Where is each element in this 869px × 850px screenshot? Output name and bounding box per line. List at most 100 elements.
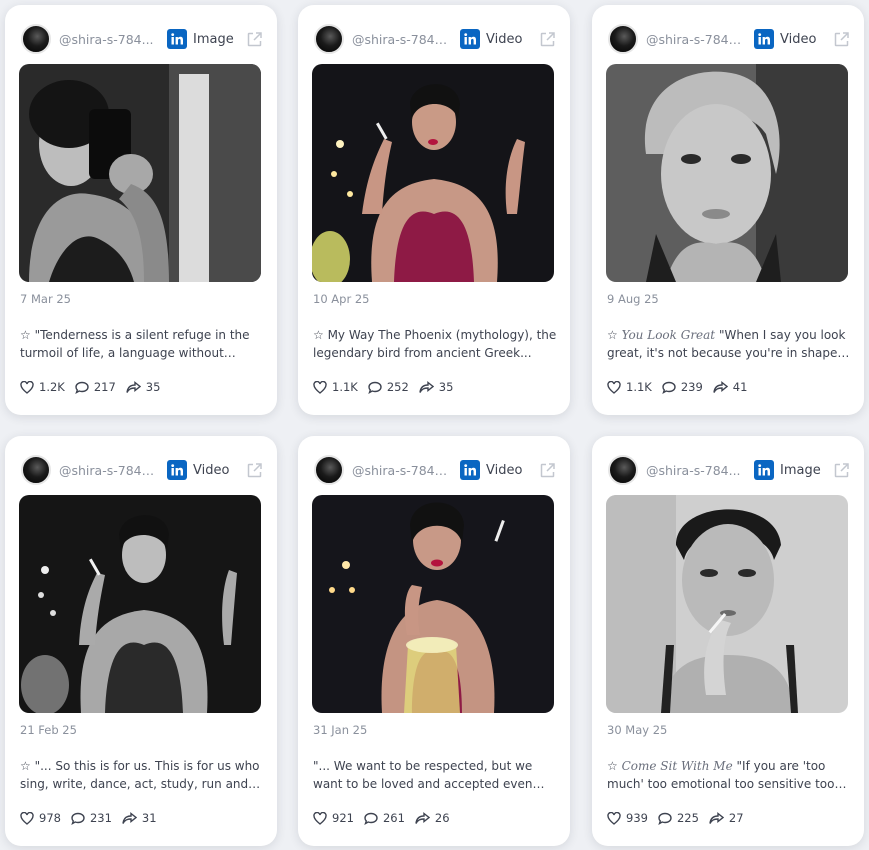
post-caption[interactable]: ☆ Come Sit With Me "If you are 'too much… <box>607 757 853 793</box>
likes-count: 978 <box>39 811 61 825</box>
heart-icon <box>20 380 34 394</box>
avatar[interactable] <box>21 24 51 54</box>
post-date: 10 Apr 25 <box>313 292 370 306</box>
post-card[interactable]: @shira-s-7840... Video 9 Aug 25 ☆ You Lo… <box>592 5 864 415</box>
comment-icon <box>71 812 85 825</box>
post-image[interactable] <box>606 495 848 713</box>
external-link-icon[interactable] <box>245 30 263 48</box>
likes-stat: 1.2K <box>20 380 65 394</box>
card-header: @shira-s-7840... Video <box>314 22 556 56</box>
share-icon <box>126 380 141 393</box>
shares-count: 26 <box>434 811 450 825</box>
heart-icon <box>20 811 34 825</box>
post-stats: 1.1K 239 41 <box>607 380 757 394</box>
post-stats: 921 261 26 <box>313 811 460 825</box>
heart-icon <box>313 811 327 825</box>
shares-stat: 31 <box>122 811 157 825</box>
caption-title: Come Sit With Me <box>621 759 733 773</box>
caption-star: ☆ <box>20 328 35 342</box>
post-caption[interactable]: "... We want to be respected, but we wan… <box>313 757 559 793</box>
shares-stat: 41 <box>713 380 748 394</box>
post-image[interactable] <box>312 64 554 282</box>
author-handle[interactable]: @shira-s-7840... <box>352 463 452 478</box>
comments-count: 252 <box>386 380 409 394</box>
post-caption[interactable]: ☆ "... So this is for us. This is for us… <box>20 757 266 793</box>
post-stats: 978 231 31 <box>20 811 167 825</box>
shares-stat: 35 <box>419 380 454 394</box>
comment-icon <box>368 381 382 394</box>
avatar[interactable] <box>314 24 344 54</box>
linkedin-icon <box>167 29 187 49</box>
card-header: @shira-s-784... Image <box>21 22 263 56</box>
card-header: @shira-s-7840... Video <box>314 453 556 487</box>
comments-count: 261 <box>382 811 405 825</box>
comments-stat: 231 <box>71 811 112 825</box>
shares-stat: 26 <box>415 811 450 825</box>
external-link-icon[interactable] <box>832 461 850 479</box>
avatar[interactable] <box>21 455 51 485</box>
post-caption[interactable]: ☆ My Way The Phoenix (mythology), the le… <box>313 326 559 362</box>
caption-text: My Way The Phoenix (mythology), the lege… <box>313 328 557 360</box>
avatar[interactable] <box>314 455 344 485</box>
external-link-icon[interactable] <box>832 30 850 48</box>
author-handle[interactable]: @shira-s-7840... <box>59 463 159 478</box>
comments-count: 239 <box>680 380 703 394</box>
post-image[interactable] <box>19 495 261 713</box>
external-link-icon[interactable] <box>538 461 556 479</box>
comment-icon <box>658 812 672 825</box>
linkedin-icon <box>460 460 480 480</box>
comments-count: 217 <box>93 380 116 394</box>
likes-stat: 1.1K <box>313 380 358 394</box>
share-icon <box>122 811 137 824</box>
post-card[interactable]: @shira-s-7840... Video 21 Feb 25 ☆ "... … <box>5 436 277 846</box>
heart-icon <box>313 380 327 394</box>
post-card[interactable]: @shira-s-784... Image 7 Mar 25 ☆ "Tender… <box>5 5 277 415</box>
caption-text: "... So this is for us. This is for us w… <box>20 759 260 791</box>
author-handle[interactable]: @shira-s-784... <box>59 32 159 47</box>
author-handle[interactable]: @shira-s-784... <box>646 463 746 478</box>
shares-count: 35 <box>438 380 454 394</box>
post-caption[interactable]: ☆ You Look Great "When I say you look gr… <box>607 326 853 362</box>
shares-count: 35 <box>145 380 161 394</box>
likes-count: 939 <box>626 811 648 825</box>
caption-star: ☆ <box>607 759 622 773</box>
linkedin-icon <box>167 460 187 480</box>
post-card[interactable]: @shira-s-7840... Video 10 Apr 25 ☆ My Wa… <box>298 5 570 415</box>
caption-star: ☆ <box>607 328 622 342</box>
linkedin-icon <box>754 29 774 49</box>
post-card[interactable]: @shira-s-784... Image 30 May 25 ☆ Come S… <box>592 436 864 846</box>
avatar[interactable] <box>608 24 638 54</box>
external-link-icon[interactable] <box>245 461 263 479</box>
post-stats: 1.1K 252 35 <box>313 380 463 394</box>
post-type-label: Video <box>780 31 817 47</box>
caption-title: You Look Great <box>621 328 716 342</box>
comments-stat: 225 <box>658 811 699 825</box>
likes-count: 1.1K <box>626 380 652 394</box>
comments-stat: 261 <box>364 811 405 825</box>
share-icon <box>713 380 728 393</box>
card-header: @shira-s-7840... Video <box>608 22 850 56</box>
likes-stat: 939 <box>607 811 648 825</box>
comments-count: 231 <box>89 811 112 825</box>
post-caption[interactable]: ☆ "Tenderness is a silent refuge in the … <box>20 326 266 362</box>
author-handle[interactable]: @shira-s-7840... <box>352 32 452 47</box>
post-card[interactable]: @shira-s-7840... Video 31 Jan 25 "... We… <box>298 436 570 846</box>
author-handle[interactable]: @shira-s-7840... <box>646 32 746 47</box>
external-link-icon[interactable] <box>538 30 556 48</box>
caption-star: ☆ <box>20 759 35 773</box>
post-type-label: Image <box>780 462 821 478</box>
caption-text: "... We want to be respected, but we wan… <box>313 759 533 791</box>
share-icon <box>709 811 724 824</box>
post-type-label: Video <box>486 31 523 47</box>
shares-count: 31 <box>141 811 157 825</box>
card-header: @shira-s-7840... Video <box>21 453 263 487</box>
likes-stat: 1.1K <box>607 380 652 394</box>
post-image[interactable] <box>19 64 261 282</box>
linkedin-icon <box>754 460 774 480</box>
avatar[interactable] <box>608 455 638 485</box>
post-image[interactable] <box>312 495 554 713</box>
likes-count: 1.2K <box>39 380 65 394</box>
post-image[interactable] <box>606 64 848 282</box>
shares-count: 41 <box>732 380 748 394</box>
likes-stat: 921 <box>313 811 354 825</box>
